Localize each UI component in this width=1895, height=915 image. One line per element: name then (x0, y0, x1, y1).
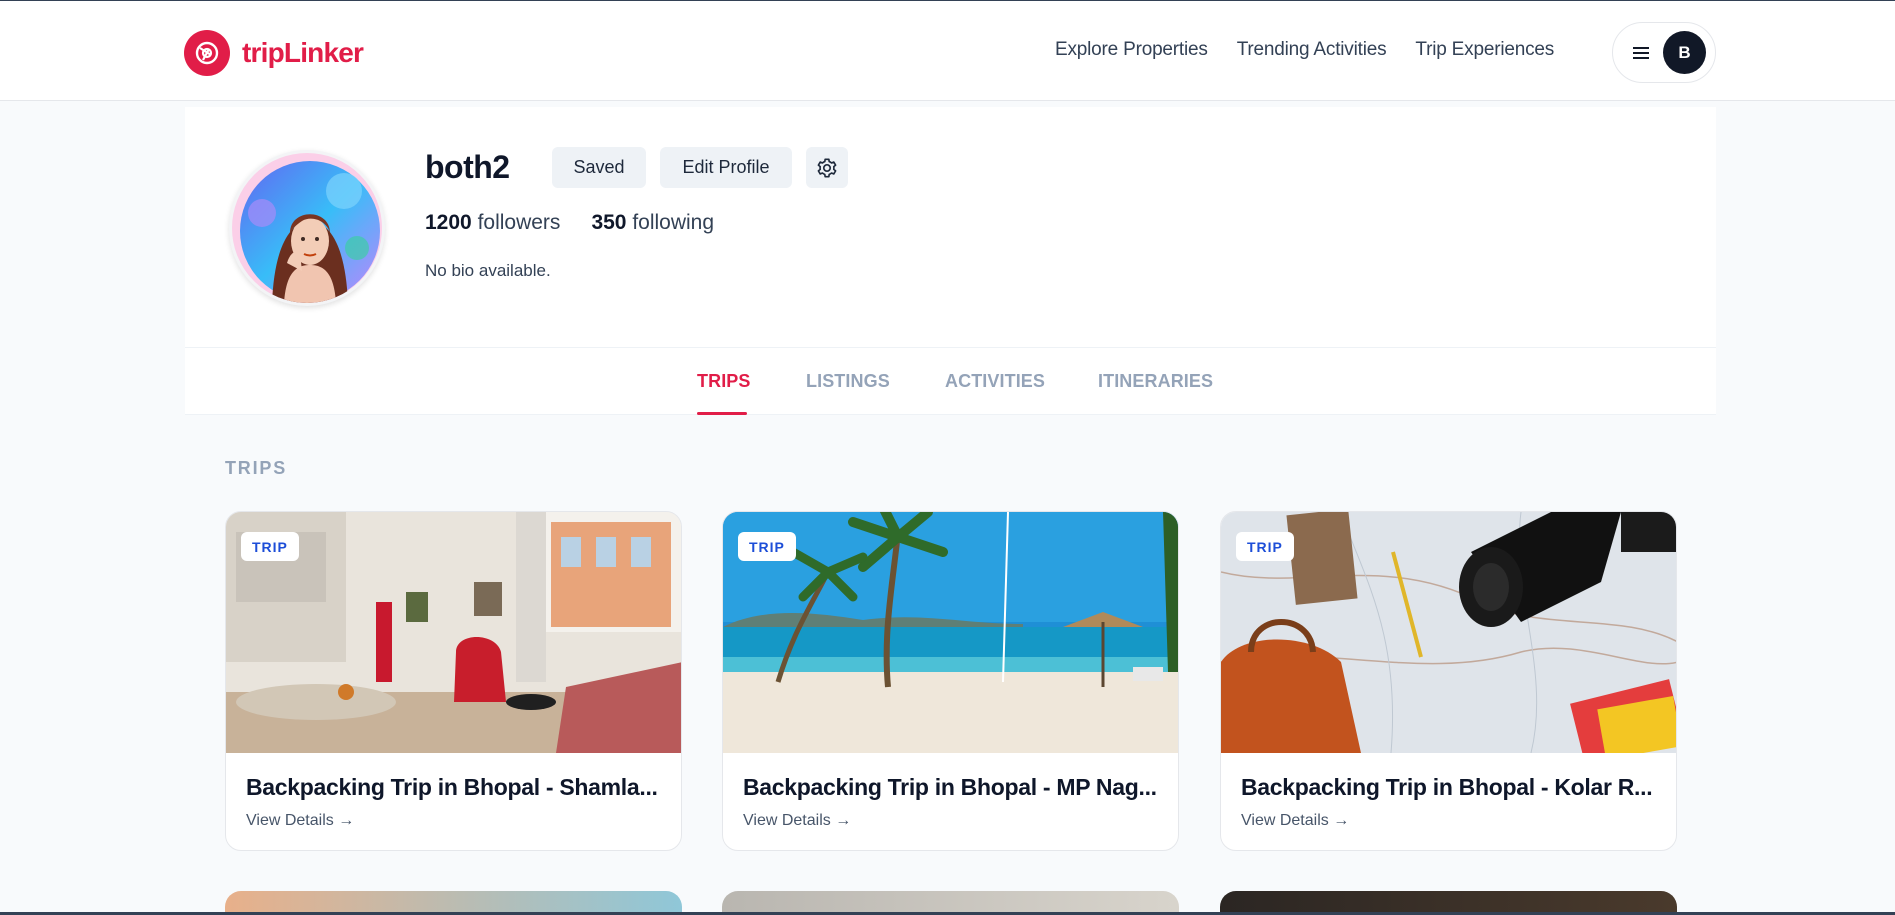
trip-badge: TRIP (241, 532, 299, 561)
profile-avatar (229, 150, 385, 306)
trip-card-title[interactable]: Backpacking Trip in Bhopal - MP Nag... (743, 774, 1161, 801)
trip-card[interactable]: TRIP Backpacking Trip in Bhopal - Shamla… (225, 511, 682, 851)
section-heading: TRIPS (225, 458, 288, 478)
tab-trips[interactable]: TRIPS (697, 371, 751, 392)
view-details-link[interactable]: View Details → (743, 812, 851, 830)
trip-card[interactable]: TRIP Backpacking Trip in Bhopal - Kolar … (1220, 511, 1677, 851)
nav-explore-properties[interactable]: Explore Properties (1055, 39, 1208, 61)
nav-trip-experiences[interactable]: Trip Experiences (1415, 39, 1554, 61)
followers-stat[interactable]: 1200 followers (425, 211, 560, 235)
followers-label: followers (477, 211, 561, 234)
gear-icon (817, 157, 837, 178)
profile-tabs: TRIPS LISTINGS ACTIVITIES ITINERARIES (185, 347, 1716, 415)
profile-stats: 1200 followers 350 following (425, 211, 745, 235)
tab-itineraries[interactable]: ITINERARIES (1098, 371, 1213, 392)
settings-button[interactable] (806, 147, 848, 188)
profile-bio: No bio available. (425, 261, 551, 280)
profile-username: both2 (425, 149, 510, 185)
following-stat[interactable]: 350 following (591, 211, 714, 235)
brand-logo[interactable]: tripLinker (184, 30, 364, 76)
nav-trending-activities[interactable]: Trending Activities (1237, 39, 1387, 61)
main-nav: Explore Properties Trending Activities T… (1055, 39, 1583, 61)
active-tab-indicator (697, 412, 747, 415)
hamburger-icon (1633, 46, 1649, 59)
trip-card-title[interactable]: Backpacking Trip in Bhopal - Kolar R... (1241, 774, 1659, 801)
trip-card-title[interactable]: Backpacking Trip in Bhopal - Shamla... (246, 774, 664, 801)
user-avatar: B (1663, 31, 1706, 74)
tab-activities[interactable]: ACTIVITIES (945, 371, 1045, 392)
trip-badge: TRIP (1236, 532, 1294, 561)
edit-profile-button[interactable]: Edit Profile (660, 147, 792, 188)
view-details-link[interactable]: View Details → (246, 812, 354, 830)
user-menu-button[interactable]: B (1612, 22, 1716, 83)
trip-badge: TRIP (738, 532, 796, 561)
following-label: following (632, 211, 715, 234)
top-navbar: tripLinker Explore Properties Trending A… (0, 0, 1895, 101)
logo-icon (184, 30, 230, 76)
following-count: 350 (591, 211, 627, 234)
view-details-link[interactable]: View Details → (1241, 812, 1349, 830)
brand-name: tripLinker (242, 37, 364, 68)
saved-button[interactable]: Saved (552, 147, 646, 188)
followers-count: 1200 (425, 211, 472, 234)
tab-listings[interactable]: LISTINGS (806, 371, 890, 392)
trip-card[interactable]: TRIP Backpacking Trip in Bhopal - MP Nag… (722, 511, 1179, 851)
profile-header: both2 Saved Edit Profile 1200 followers … (185, 107, 1716, 347)
